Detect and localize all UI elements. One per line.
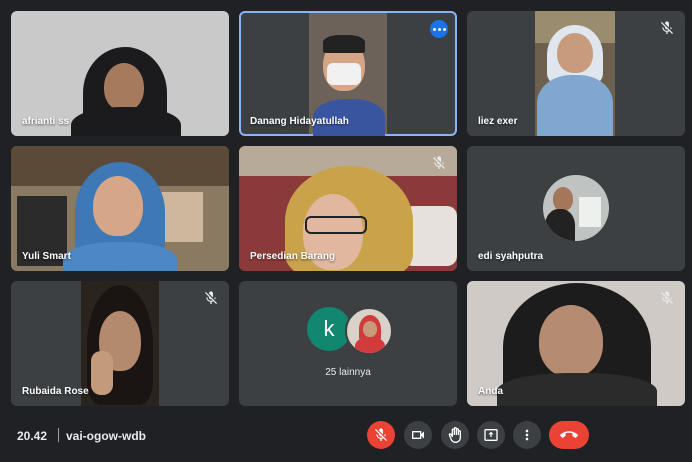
camera-toggle-button[interactable]	[404, 421, 432, 449]
end-call-icon	[560, 431, 578, 438]
camera-icon	[412, 431, 424, 439]
microphone-toggle-button[interactable]	[367, 421, 395, 449]
raise-hand-button[interactable]	[441, 421, 469, 449]
avatar	[345, 307, 393, 355]
end-call-button[interactable]	[549, 421, 589, 449]
overflow-participants-tile[interactable]: k 25 lainnya	[239, 281, 457, 406]
mic-off-icon	[433, 156, 445, 169]
participant-tile-liez[interactable]: liez exer	[467, 11, 685, 136]
present-screen-icon	[484, 429, 498, 441]
mic-off-icon	[375, 428, 387, 441]
more-options-icon[interactable]	[430, 20, 448, 38]
participant-name: Danang Hidayatullah	[250, 116, 349, 127]
more-options-button[interactable]	[513, 421, 541, 449]
raise-hand-icon	[448, 427, 461, 443]
participant-tile-edi[interactable]: edi syahputra	[467, 146, 685, 271]
participant-name: Persedian Barang	[250, 251, 336, 262]
participant-name: Rubaida Rose	[22, 386, 89, 397]
participant-tile-rubaida[interactable]: Rubaida Rose	[11, 281, 229, 406]
participant-name: Anda	[478, 386, 503, 397]
participant-tile-yuli[interactable]: Yuli Smart	[11, 146, 229, 271]
participant-name: afrianti ss	[22, 116, 70, 127]
participant-tile-afrianti[interactable]: afrianti ss	[11, 11, 229, 136]
meeting-control-bar: 20.42 vai-ogow-wdb	[0, 412, 692, 462]
video-feed	[81, 281, 159, 406]
participant-name: edi syahputra	[478, 251, 544, 262]
video-feed	[535, 11, 615, 136]
meeting-time: 20.42	[17, 429, 48, 443]
participant-name: Yuli Smart	[22, 251, 71, 262]
participant-name: liez exer	[478, 116, 518, 127]
avatar	[543, 175, 609, 241]
participant-tile-persedian[interactable]: Persedian Barang	[239, 146, 457, 271]
present-screen-button[interactable]	[477, 421, 505, 449]
meeting-code: vai-ogow-wdb	[66, 429, 146, 443]
mic-off-icon	[661, 21, 673, 34]
overflow-count-label: 25 lainnya	[325, 367, 371, 378]
mic-off-icon	[661, 291, 673, 304]
mic-off-icon	[205, 291, 217, 304]
participant-tile-anda[interactable]: Anda	[467, 281, 685, 406]
divider	[58, 428, 59, 442]
participant-tile-danang[interactable]: Danang Hidayatullah	[239, 11, 457, 136]
more-vert-icon	[525, 429, 529, 441]
